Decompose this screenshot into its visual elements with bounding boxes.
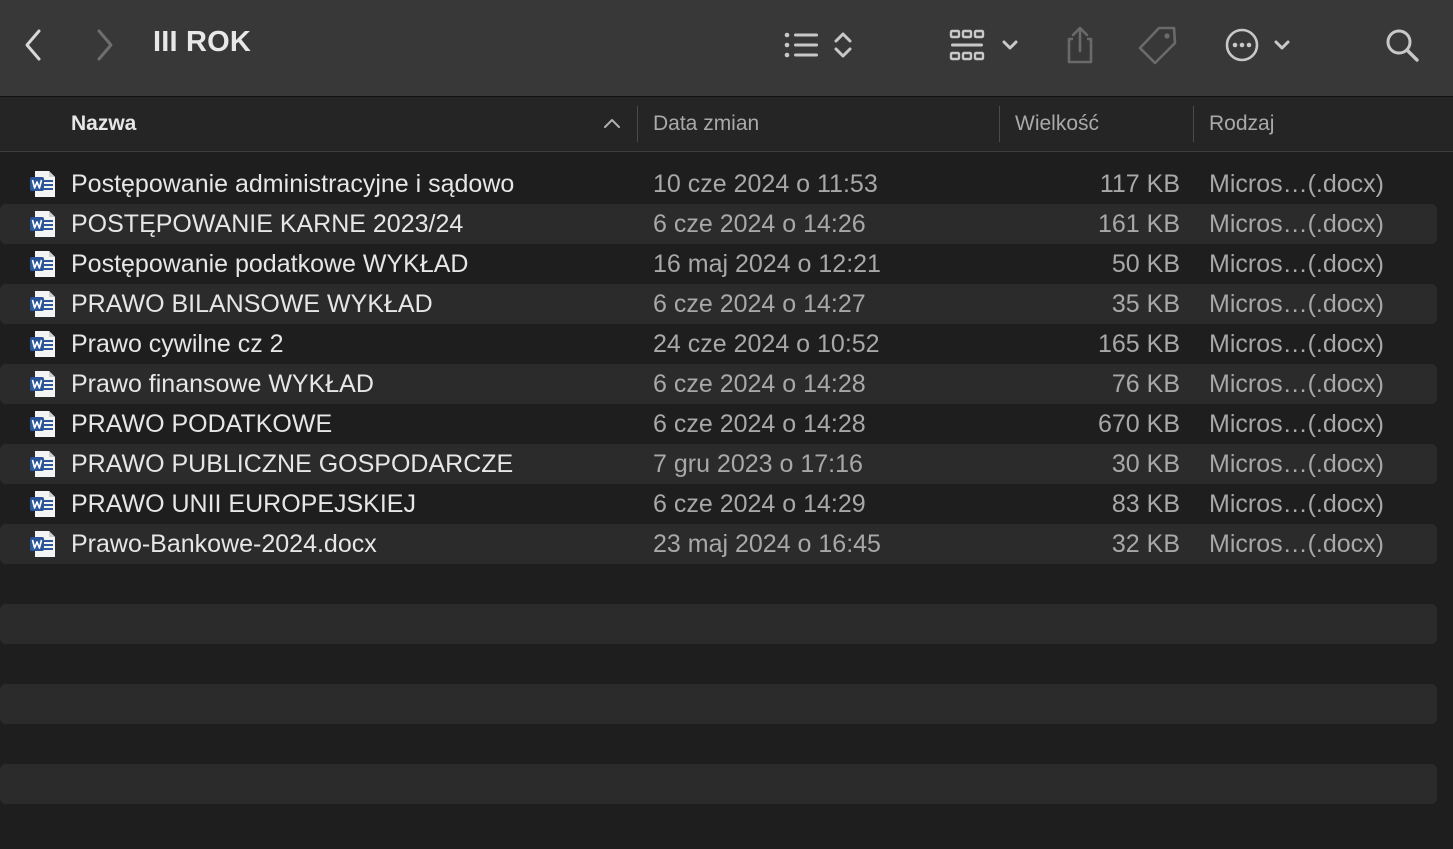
file-size: 161 KB <box>1097 210 1180 238</box>
word-document-icon <box>30 450 56 483</box>
file-kind: Micros…(.docx) <box>1209 210 1385 238</box>
file-row[interactable]: POSTĘPOWANIE KARNE 2023/24 6 cze 2024 o … <box>0 204 1437 244</box>
file-name: PRAWO BILANSOWE WYKŁAD <box>71 290 433 318</box>
icon-grid-icon <box>948 28 1024 62</box>
file-row[interactable]: PRAWO UNII EUROPEJSKIEJ 6 cze 2024 o 14:… <box>0 484 1437 524</box>
file-size: 50 KB <box>1111 250 1180 278</box>
group-button[interactable] <box>948 20 1024 70</box>
word-document-icon <box>30 330 56 363</box>
file-row[interactable]: PRAWO PUBLICZNE GOSPODARCZE 7 gru 2023 o… <box>0 444 1437 484</box>
tag-icon <box>1137 24 1179 66</box>
column-divider[interactable] <box>1193 106 1194 142</box>
word-document-icon <box>30 530 56 563</box>
file-row[interactable]: Prawo-Bankowe-2024.docx 23 maj 2024 o 16… <box>0 524 1437 564</box>
word-document-icon <box>30 410 56 443</box>
file-date: 6 cze 2024 o 14:26 <box>653 210 866 238</box>
ellipsis-circle-icon <box>1224 27 1294 63</box>
file-date: 23 maj 2024 o 16:45 <box>653 530 881 558</box>
tag-button[interactable] <box>1136 20 1180 70</box>
file-name: PRAWO UNII EUROPEJSKIEJ <box>71 490 416 518</box>
file-row[interactable]: Postępowanie administracyjne i sądowo 10… <box>0 164 1437 204</box>
file-kind: Micros…(.docx) <box>1209 370 1385 398</box>
column-header-date[interactable]: Data zmian <box>653 97 759 151</box>
window-title: III ROK <box>153 26 252 58</box>
forward-button[interactable] <box>90 20 120 70</box>
empty-row <box>0 764 1437 804</box>
file-row[interactable]: Prawo finansowe WYKŁAD 6 cze 2024 o 14:2… <box>0 364 1437 404</box>
file-kind: Micros…(.docx) <box>1209 330 1385 358</box>
column-divider[interactable] <box>637 106 638 142</box>
file-size: 670 KB <box>1097 410 1180 438</box>
file-row[interactable]: Prawo cywilne cz 2 24 cze 2024 o 10:52 1… <box>0 324 1437 364</box>
file-name: Prawo cywilne cz 2 <box>71 330 284 358</box>
file-name: Postępowanie podatkowe WYKŁAD <box>71 250 469 278</box>
file-size: 117 KB <box>1099 170 1180 198</box>
search-button[interactable] <box>1382 20 1422 70</box>
column-header-size[interactable]: Wielkość <box>1015 97 1099 151</box>
file-kind: Micros…(.docx) <box>1209 250 1385 278</box>
share-icon <box>1062 25 1098 65</box>
word-document-icon <box>30 370 56 403</box>
file-name: PRAWO PODATKOWE <box>71 410 333 438</box>
file-row[interactable]: PRAWO PODATKOWE 6 cze 2024 o 14:28 670 K… <box>0 404 1437 444</box>
word-document-icon <box>30 170 56 203</box>
chevron-left-icon <box>23 28 43 62</box>
search-icon <box>1384 27 1420 63</box>
chevron-right-icon <box>95 28 115 62</box>
word-document-icon <box>30 210 56 243</box>
word-document-icon <box>30 250 56 283</box>
file-list: Postępowanie administracyjne i sądowo 10… <box>0 164 1453 564</box>
sort-ascending-icon <box>603 115 621 136</box>
column-header: Nazwa Data zmian Wielkość Rodzaj <box>0 97 1453 152</box>
column-divider[interactable] <box>999 106 1000 142</box>
file-date: 6 cze 2024 o 14:28 <box>653 410 866 438</box>
empty-row <box>0 604 1437 644</box>
more-actions-button[interactable] <box>1224 20 1294 70</box>
file-kind: Micros…(.docx) <box>1209 170 1385 198</box>
file-date: 16 maj 2024 o 12:21 <box>653 250 881 278</box>
file-kind: Micros…(.docx) <box>1209 290 1385 318</box>
file-name: Prawo finansowe WYKŁAD <box>71 370 374 398</box>
file-date: 10 cze 2024 o 11:53 <box>653 170 878 198</box>
column-header-name[interactable]: Nazwa <box>71 97 136 151</box>
file-name: POSTĘPOWANIE KARNE 2023/24 <box>71 210 464 238</box>
word-document-icon <box>30 490 56 523</box>
file-kind: Micros…(.docx) <box>1209 450 1385 478</box>
toolbar: III ROK <box>0 0 1453 97</box>
file-size: 35 KB <box>1111 290 1180 318</box>
share-button[interactable] <box>1060 20 1100 70</box>
empty-row <box>0 684 1437 724</box>
file-name: Prawo-Bankowe-2024.docx <box>71 530 377 558</box>
file-name: Postępowanie administracyjne i sądowo <box>71 170 515 198</box>
file-size: 76 KB <box>1111 370 1180 398</box>
file-row[interactable]: Postępowanie podatkowe WYKŁAD 16 maj 202… <box>0 244 1437 284</box>
file-date: 24 cze 2024 o 10:52 <box>653 330 880 358</box>
list-view-icon <box>780 28 860 62</box>
file-name: PRAWO PUBLICZNE GOSPODARCZE <box>71 450 514 478</box>
back-button[interactable] <box>18 20 48 70</box>
file-kind: Micros…(.docx) <box>1209 530 1385 558</box>
file-kind: Micros…(.docx) <box>1209 410 1385 438</box>
column-header-kind[interactable]: Rodzaj <box>1209 97 1274 151</box>
file-size: 165 KB <box>1097 330 1180 358</box>
file-size: 83 KB <box>1111 490 1180 518</box>
word-document-icon <box>30 290 56 323</box>
file-date: 6 cze 2024 o 14:27 <box>653 290 866 318</box>
file-size: 30 KB <box>1111 450 1180 478</box>
file-date: 7 gru 2023 o 17:16 <box>653 450 863 478</box>
file-kind: Micros…(.docx) <box>1209 490 1385 518</box>
file-size: 32 KB <box>1111 530 1180 558</box>
file-date: 6 cze 2024 o 14:28 <box>653 370 866 398</box>
file-date: 6 cze 2024 o 14:29 <box>653 490 866 518</box>
file-row[interactable]: PRAWO BILANSOWE WYKŁAD 6 cze 2024 o 14:2… <box>0 284 1437 324</box>
view-options-button[interactable] <box>780 20 860 70</box>
